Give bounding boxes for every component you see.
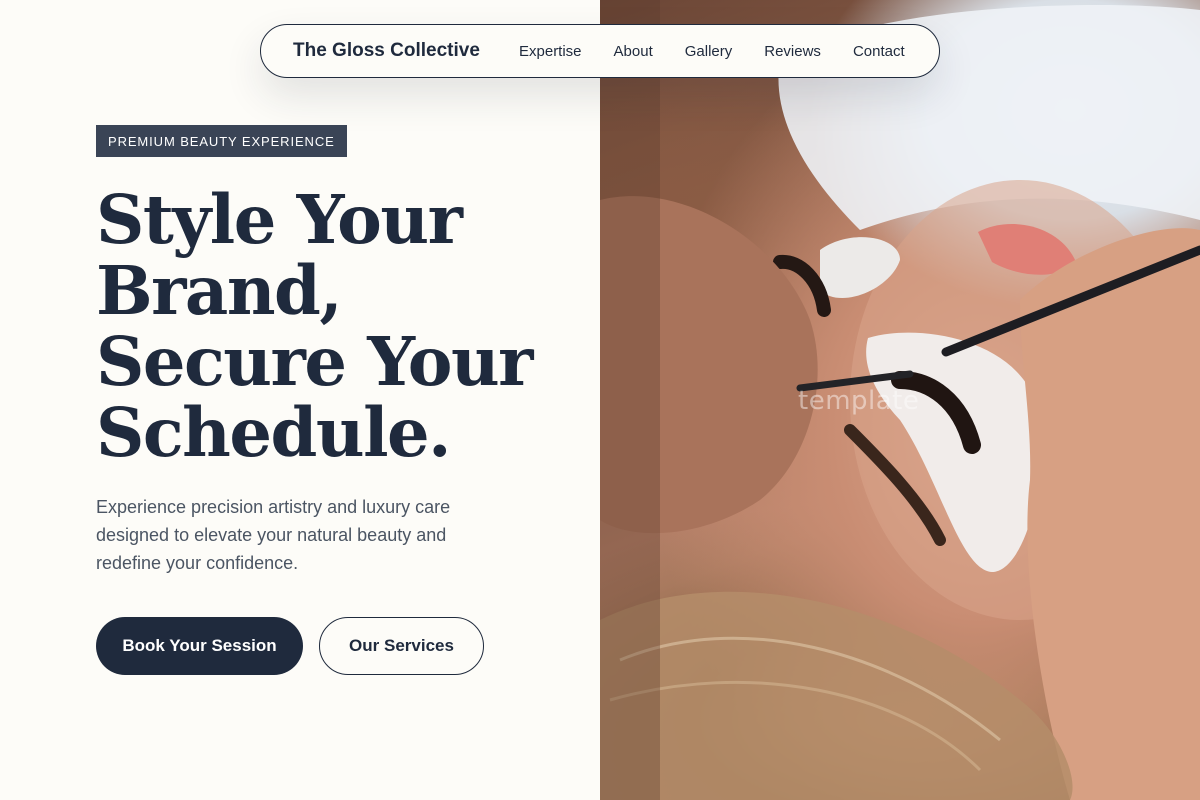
nav-link-reviews[interactable]: Reviews xyxy=(764,43,821,60)
hero-photo: template xyxy=(600,0,1200,800)
description-line: redefine your confidence. xyxy=(96,553,299,573)
nav-link-contact[interactable]: Contact xyxy=(853,43,905,60)
nav-link-expertise[interactable]: Expertise xyxy=(519,43,582,60)
image-watermark: template xyxy=(798,386,920,416)
headline-line: Style Your xyxy=(96,180,463,259)
hero-headline: Style Your Brand, Secure Your Schedule. xyxy=(96,184,566,468)
brand-logo-text[interactable]: The Gloss Collective xyxy=(293,40,519,62)
description-line: designed to elevate your natural beauty … xyxy=(96,525,447,545)
top-navigation: The Gloss Collective Expertise About Gal… xyxy=(260,24,940,78)
hero-description: Experience precision artistry and luxury… xyxy=(96,493,516,577)
headline-line: Brand, xyxy=(96,251,343,330)
hero-badge: PREMIUM BEAUTY EXPERIENCE xyxy=(96,125,347,157)
description-line: Experience precision artistry and luxury… xyxy=(96,497,451,517)
book-session-button[interactable]: Book Your Session xyxy=(96,617,303,675)
nav-links: Expertise About Gallery Reviews Contact xyxy=(519,43,905,60)
headline-line: Secure Your xyxy=(96,322,533,401)
our-services-button[interactable]: Our Services xyxy=(319,617,484,675)
nav-link-gallery[interactable]: Gallery xyxy=(685,43,733,60)
nav-link-about[interactable]: About xyxy=(614,43,653,60)
headline-line: Schedule. xyxy=(96,393,452,472)
